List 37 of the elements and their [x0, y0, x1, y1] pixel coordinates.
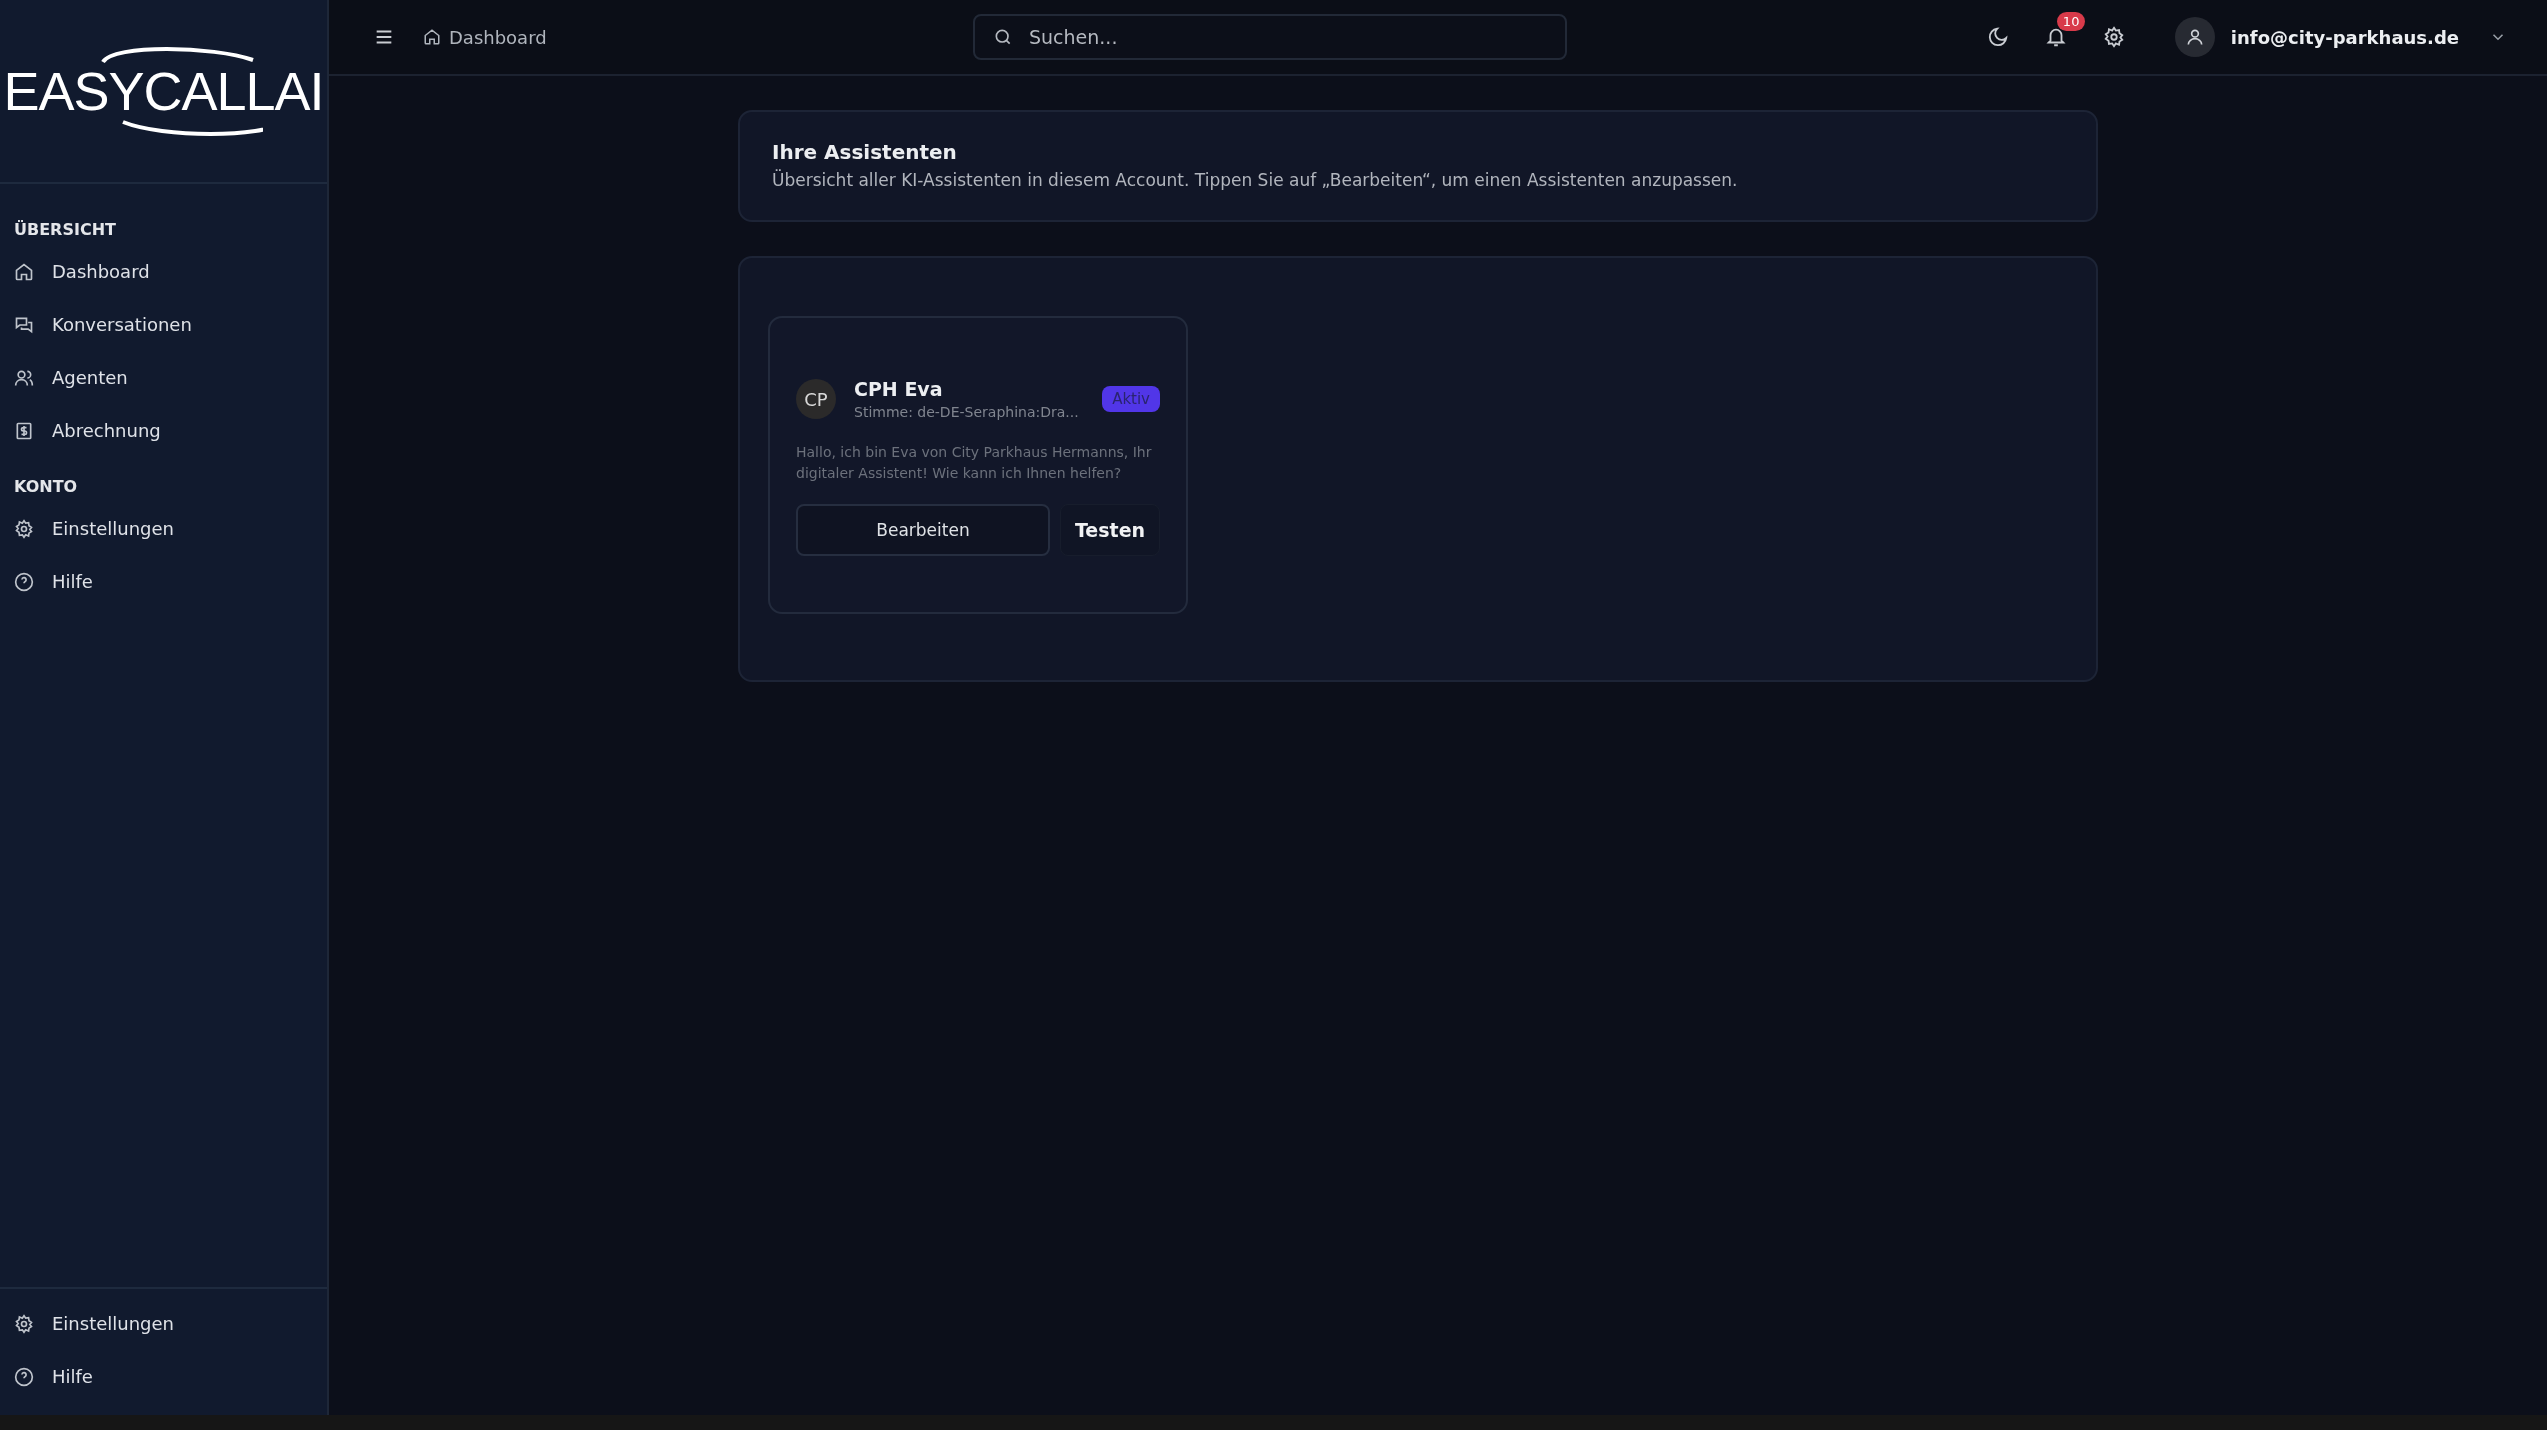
- page-description: Übersicht aller KI-Assistenten in diesem Account. Tippen Sie auf „Bearbeiten“, um einen Assistenten anzupassen.: [772, 170, 1739, 190]
- nav-item[interactable]: Abrechnung: [14, 404, 313, 457]
- voice-label: Stimme: de-DE-Seraphina:Dra...: [854, 404, 1080, 420]
- assistant-name: CPH Eva: [854, 378, 944, 400]
- nav-item[interactable]: Dashboard: [14, 245, 313, 298]
- nav-item[interactable]: Hilfe: [14, 555, 313, 608]
- user-email[interactable]: info@city-parkhaus.de: [2230, 26, 2459, 48]
- status-badge: Aktiv: [1102, 386, 1160, 412]
- avatar-initials: CP: [796, 379, 836, 419]
- nav-item[interactable]: Konversationen: [14, 298, 313, 351]
- section-heading: KONTO: [14, 477, 79, 496]
- nav-item[interactable]: Hilfe: [14, 1350, 313, 1403]
- help-icon: [14, 1366, 34, 1387]
- section-heading: ÜBERSICHT: [14, 220, 117, 239]
- greeting-text: Hallo, ich bin Eva von City Parkhaus Hermanns, Ihr digitaler Assistent! Wie kann ich Ihnen helfen?: [796, 443, 1153, 483]
- home-icon: [423, 28, 441, 46]
- test-button[interactable]: Testen: [1060, 504, 1160, 556]
- edit-button[interactable]: Bearbeiten: [796, 504, 1050, 556]
- bell-icon[interactable]: [2044, 26, 2067, 48]
- nav-item[interactable]: Einstellungen: [14, 1297, 313, 1350]
- moon-icon[interactable]: [1986, 26, 2009, 48]
- settings-icon: [14, 518, 34, 539]
- nav-item[interactable]: Einstellungen: [14, 502, 313, 555]
- dollar-receipt-icon: [14, 420, 34, 441]
- settings-icon: [2102, 26, 2125, 48]
- notification-badge: 10: [2056, 12, 2086, 31]
- nav-item[interactable]: Agenten: [14, 351, 313, 404]
- help-icon: [14, 571, 34, 592]
- search-icon: [993, 27, 1013, 47]
- settings-icon: [14, 1313, 34, 1334]
- user-avatar[interactable]: [2174, 17, 2215, 57]
- page-title: Ihre Assistenten: [772, 140, 958, 164]
- home-icon: [14, 261, 34, 282]
- breadcrumb-link[interactable]: Dashboard: [423, 26, 547, 48]
- logo[interactable]: EASYCALLAI: [3, 44, 324, 138]
- search-field[interactable]: Suchen...: [973, 14, 1567, 60]
- search-input[interactable]: Suchen...: [1027, 25, 1547, 49]
